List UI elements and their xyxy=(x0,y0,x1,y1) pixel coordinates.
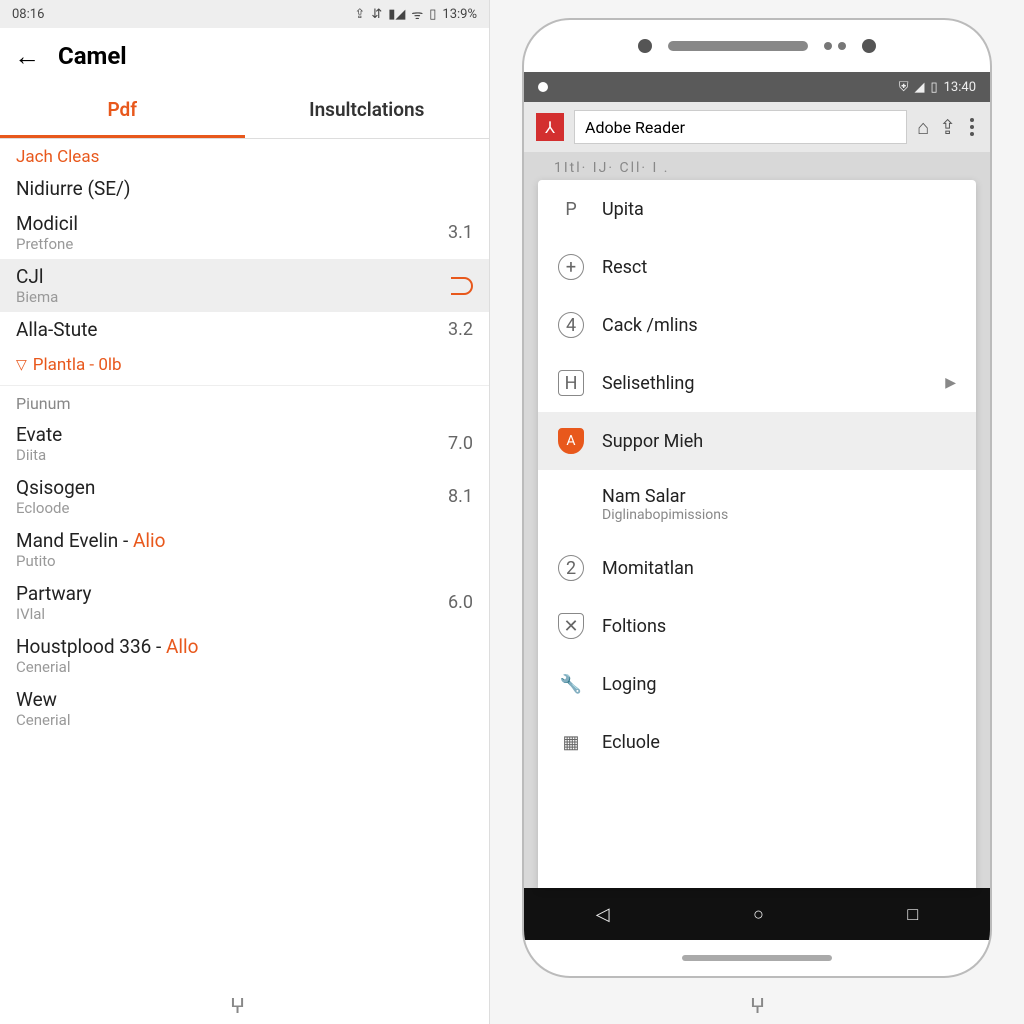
four-icon: 4 xyxy=(558,312,584,338)
list-item-selected[interactable]: CJlBiema xyxy=(0,259,489,312)
nav-home-icon[interactable]: ○ xyxy=(753,904,764,925)
blank-icon xyxy=(558,492,584,518)
app-title-field[interactable]: Adobe Reader xyxy=(574,110,907,144)
list-item[interactable]: EvateDiita7.0 xyxy=(0,417,489,470)
phone-device: ⛨ ◢ ▯ 13:40 ⅄ Adobe Reader ⌂ ⇪ 1Itl· IJ·… xyxy=(522,18,992,978)
signal-icon: ▮◢ xyxy=(388,7,405,22)
wifi-icon: ᯤ xyxy=(411,5,423,23)
tab-insult[interactable]: Insultclations xyxy=(245,84,490,138)
menu-item-momit[interactable]: 2Momitatlan xyxy=(538,539,976,597)
status-bar: ⛨ ◢ ▯ 13:40 xyxy=(524,72,990,102)
app-header: ← Camel xyxy=(0,28,489,84)
speaker-icon xyxy=(668,41,808,51)
signal-icon: ◢ xyxy=(914,80,924,95)
status-time: 08:16 xyxy=(12,7,44,22)
battery-icon: ▯ xyxy=(930,80,937,95)
marker-icon: ▽ xyxy=(16,357,27,373)
section-header: Jach Cleas xyxy=(0,139,489,171)
status-time: 13:40 xyxy=(944,80,976,95)
dropdown-menu: PUpita +Resct 4Cack /mlins HSelisethling… xyxy=(538,180,976,888)
battery-pct: 13:9% xyxy=(442,7,477,22)
phone-bezel-top xyxy=(524,20,990,72)
menu-item-loging[interactable]: 🔧Loging xyxy=(538,655,976,713)
menu-item-ecluole[interactable]: ▦Ecluole xyxy=(538,713,976,771)
battery-icon: ▯ xyxy=(429,7,436,22)
footer-glyph-icon: ⵖ xyxy=(750,994,765,1018)
menu-item-cack[interactable]: 4Cack /mlins xyxy=(538,296,976,354)
nav-back-icon[interactable]: ◁ xyxy=(596,904,610,925)
page-title: Camel xyxy=(58,42,127,70)
list-item[interactable]: Nidiurre (SE/) xyxy=(0,171,489,206)
camera-icon xyxy=(638,39,652,53)
app-toolbar: ⅄ Adobe Reader ⌂ ⇪ xyxy=(524,102,990,152)
nav-recent-icon[interactable]: □ xyxy=(907,904,918,925)
notification-dot-icon xyxy=(538,82,548,92)
tag-icon xyxy=(451,277,473,295)
section-sub: Piunum xyxy=(0,385,489,417)
h-icon: H xyxy=(558,370,584,396)
home-indicator-icon xyxy=(682,955,832,961)
section-header: Mand Evelin - AlioPutito xyxy=(0,523,489,576)
share-icon[interactable]: ⇪ xyxy=(939,115,956,139)
grid-icon: ▦ xyxy=(558,729,584,755)
background-text: 1Itl· IJ· Cll· I . xyxy=(554,160,669,176)
menu-item-foltions[interactable]: ✕Foltions xyxy=(538,597,976,655)
two-icon: 2 xyxy=(558,555,584,581)
list-item[interactable]: PartwaryIVlal6.0 xyxy=(0,576,489,629)
badge-icon: ✕ xyxy=(558,613,584,639)
shield-a-icon: A xyxy=(558,428,584,454)
footer-glyph-icon: ⵖ xyxy=(230,994,245,1018)
status-icons: ⇪ ⇵ ▮◢ ᯤ ▯ 13:9% xyxy=(354,5,477,23)
section-header: Houstplood 336 - AlloCenerial xyxy=(0,629,489,682)
list-item[interactable]: Alla-Stute3.2 xyxy=(0,312,489,347)
phone-bezel-bottom xyxy=(524,940,990,976)
right-phone-frame: ⛨ ◢ ▯ 13:40 ⅄ Adobe Reader ⌂ ⇪ 1Itl· IJ·… xyxy=(490,0,1024,1024)
sensor-dots-icon xyxy=(824,42,846,50)
tab-bar: Pdf Insultclations xyxy=(0,84,489,139)
section-header: ▽Plantla - 0lb xyxy=(0,347,489,379)
adobe-logo-icon[interactable]: ⅄ xyxy=(536,113,564,141)
list-item[interactable]: ModicilPretfone3.1 xyxy=(0,206,489,259)
screen-body: 1Itl· IJ· Cll· I . PUpita +Resct 4Cack /… xyxy=(524,152,990,888)
list-item[interactable]: WewCenerial xyxy=(0,682,489,735)
menu-item-settings[interactable]: HSelisethling▶ xyxy=(538,354,976,412)
p-icon: P xyxy=(558,196,584,222)
shield-icon: ⛨ xyxy=(899,80,909,95)
wrench-icon: 🔧 xyxy=(558,671,584,697)
menu-item-reset[interactable]: +Resct xyxy=(538,238,976,296)
cast-icon: ⇪ xyxy=(354,7,365,22)
left-app-screen: 08:16 ⇪ ⇵ ▮◢ ᯤ ▯ 13:9% ← Camel Pdf Insul… xyxy=(0,0,490,1024)
android-navbar: ◁ ○ □ xyxy=(524,888,990,940)
tab-pdf[interactable]: Pdf xyxy=(0,84,245,138)
overflow-menu-icon[interactable] xyxy=(966,114,978,140)
menu-item-support[interactable]: ASuppor Mieh xyxy=(538,412,976,470)
list-item[interactable]: QsisogenEcloode8.1 xyxy=(0,470,489,523)
bt-icon: ⇵ xyxy=(371,7,382,22)
menu-item-namsalar[interactable]: Nam SalarDiglinabopimissions xyxy=(538,470,976,539)
camera-icon xyxy=(862,39,876,53)
status-bar: 08:16 ⇪ ⇵ ▮◢ ᯤ ▯ 13:9% xyxy=(0,0,489,28)
menu-item-upita[interactable]: PUpita xyxy=(538,180,976,238)
chevron-right-icon: ▶ xyxy=(945,375,956,391)
content-list: Jach Cleas Nidiurre (SE/) ModicilPretfon… xyxy=(0,139,489,1024)
plus-icon: + xyxy=(558,254,584,280)
back-arrow-icon[interactable]: ← xyxy=(14,41,40,72)
home-icon[interactable]: ⌂ xyxy=(917,115,929,140)
status-icons: ⛨ ◢ ▯ 13:40 xyxy=(899,80,976,95)
